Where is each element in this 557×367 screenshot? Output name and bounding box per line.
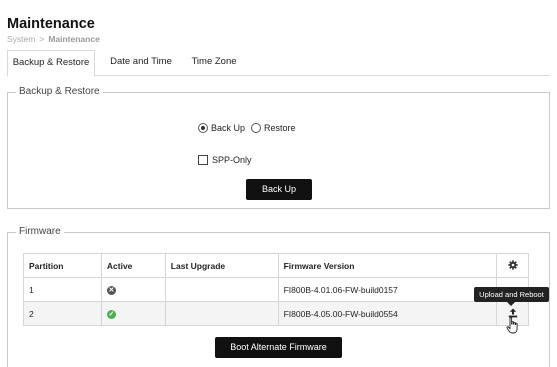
last-upgrade-cell (164, 277, 279, 302)
hand-pointer-cursor-icon (506, 317, 518, 334)
backup-mode-radio-group: Back Up Restore (198, 123, 302, 133)
firmware-table-header: Partition Active Last Upgrade Firmware V… (23, 253, 529, 278)
backup-radio[interactable] (198, 123, 208, 133)
column-header-firmware-version: Firmware Version (277, 253, 498, 278)
spp-only-option: SPP-Only (198, 155, 252, 165)
partition-cell: 2 (23, 301, 102, 326)
boot-alternate-firmware-button[interactable]: Boot Alternate Firmware (215, 337, 342, 358)
active-cell: ✕ (100, 277, 166, 302)
tab-time-zone[interactable]: Time Zone (185, 50, 243, 76)
page-title: Maintenance (7, 16, 95, 32)
active-cell: ✓ (100, 301, 166, 326)
firmware-version-cell: FI800B-4.01.06-FW-build0157 (277, 277, 498, 302)
column-header-active: Active (100, 253, 166, 278)
backup-radio-label[interactable]: Back Up (211, 123, 245, 133)
firmware-version-cell: FI800B-4.05.00-FW-build0554 (277, 301, 498, 326)
backup-restore-legend: Backup & Restore (16, 86, 103, 97)
partition-cell: 1 (23, 277, 102, 302)
tab-backup-restore[interactable]: Backup & Restore (7, 50, 95, 77)
column-header-last-upgrade: Last Upgrade (164, 253, 279, 278)
restore-radio-label[interactable]: Restore (264, 123, 296, 133)
upload-icon[interactable] (508, 308, 518, 318)
column-header-partition: Partition (23, 253, 102, 278)
upload-and-reboot-tooltip: Upload and Reboot (474, 287, 549, 306)
last-upgrade-cell (164, 301, 279, 326)
firmware-legend: Firmware (16, 226, 64, 237)
table-row[interactable]: 1 ✕ FI800B-4.01.06-FW-build0157 (23, 277, 529, 302)
tab-bar: Backup & Restore Date and Time Time Zone (7, 50, 550, 77)
maintenance-page: Maintenance System > Maintenance Backup & … (0, 0, 557, 367)
breadcrumb-separator: > (39, 34, 45, 44)
breadcrumb: System > Maintenance (7, 34, 100, 44)
gear-icon[interactable] (507, 259, 518, 270)
firmware-table: Partition Active Last Upgrade Firmware V… (23, 253, 529, 326)
restore-radio[interactable] (251, 123, 262, 133)
spp-only-label[interactable]: SPP-Only (212, 155, 252, 165)
breadcrumb-current: Maintenance (48, 34, 100, 44)
backup-restore-panel: Backup & Restore Back Up Restore SPP-Onl… (7, 86, 550, 209)
column-header-actions (496, 253, 529, 278)
inactive-x-icon: ✕ (106, 286, 116, 295)
tab-date-and-time[interactable]: Date and Time (103, 50, 179, 76)
back-up-button[interactable]: Back Up (246, 179, 312, 200)
spp-only-checkbox[interactable] (198, 155, 208, 165)
breadcrumb-root[interactable]: System (7, 34, 35, 44)
active-check-icon: ✓ (106, 310, 116, 319)
firmware-panel: Firmware Partition Active Last Upgrade F… (7, 226, 550, 367)
table-row[interactable]: 2 ✓ FI800B-4.05.00-FW-build0554 (23, 301, 529, 326)
